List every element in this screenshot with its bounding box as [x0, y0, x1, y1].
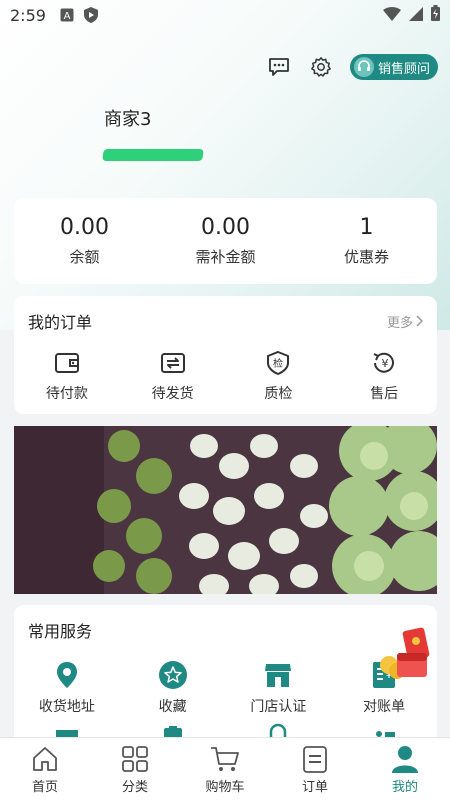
battery-icon — [431, 5, 440, 25]
inspection-shield-icon: 检 — [267, 350, 290, 376]
order-pending-payment[interactable]: 待付款 — [14, 349, 120, 403]
order-inspection[interactable]: 检 质检 — [226, 349, 332, 403]
svg-text:检: 检 — [273, 357, 283, 370]
red-envelope-promo-icon[interactable] — [375, 625, 431, 685]
service-favorites[interactable]: 收藏 — [120, 660, 226, 716]
status-time: 2:59 — [10, 5, 46, 25]
order-list-icon — [303, 745, 327, 773]
keyboard-a-icon: A — [60, 8, 74, 22]
home-icon — [33, 746, 57, 771]
service-partial-4[interactable] — [331, 722, 437, 738]
order-pending-payment-label: 待付款 — [45, 386, 88, 402]
order-pending-shipment-label: 待发货 — [151, 386, 194, 402]
coupon-label: 优惠券 — [343, 248, 389, 266]
message-icon[interactable] — [266, 54, 292, 80]
profile-icon — [392, 745, 418, 773]
services-title: 常用服务 — [28, 622, 93, 641]
service-partial-3[interactable] — [226, 722, 332, 738]
services-second-row-partial — [14, 722, 437, 738]
refund-yen-icon: ¥ — [373, 352, 395, 373]
balance-item-balance[interactable]: 0.00 余额 — [14, 198, 155, 284]
tab-profile[interactable]: 我的 — [360, 738, 450, 800]
tab-profile-label: 我的 — [391, 779, 418, 795]
balance-value: 0.00 — [60, 215, 109, 240]
tab-category-label: 分类 — [121, 779, 148, 795]
promo-banner-vegetables[interactable] — [14, 426, 437, 594]
svg-text:¥: ¥ — [382, 357, 389, 370]
headset-icon — [353, 57, 374, 77]
svg-text:A: A — [64, 11, 71, 22]
sales-advisor-button[interactable]: 销售顾问 — [349, 54, 438, 80]
tab-orders[interactable]: 订单 — [270, 738, 360, 800]
sales-advisor-label: 销售顾问 — [377, 61, 430, 77]
coupon-count: 1 — [359, 215, 374, 240]
tab-cart-label: 购物车 — [205, 779, 245, 795]
tab-orders-label: 订单 — [301, 779, 328, 795]
service-statement-label: 对账单 — [363, 699, 406, 715]
category-grid-icon — [122, 745, 148, 772]
balance-item-coupons[interactable]: 1 优惠券 — [296, 198, 437, 284]
common-services-card: 常用服务 收货地址 收藏 门店认证 ¥ 对账单 — [14, 605, 437, 745]
chevron-right-icon — [416, 315, 423, 327]
tab-category[interactable]: 分类 — [90, 738, 180, 800]
service-store-certification-label: 门店认证 — [250, 699, 307, 715]
service-favorites-label: 收藏 — [158, 699, 187, 715]
star-icon — [158, 661, 187, 689]
service-partial-2[interactable] — [120, 722, 226, 738]
shield-play-icon — [83, 7, 98, 23]
bottom-tab-bar: 首页 分类 购物车 订单 我的 — [0, 737, 450, 800]
orders-title: 我的订单 — [28, 313, 93, 332]
cart-icon — [211, 746, 239, 771]
wallet-icon — [54, 353, 79, 373]
orders-more-link[interactable]: 更多 — [387, 312, 423, 331]
balance-label: 余额 — [69, 248, 100, 266]
signal-icon — [409, 6, 423, 25]
shipment-icon — [160, 353, 185, 373]
topup-value: 0.00 — [201, 215, 250, 240]
order-after-sales[interactable]: ¥ 售后 — [331, 349, 437, 403]
service-shipping-address[interactable]: 收货地址 — [14, 660, 120, 716]
service-store-certification[interactable]: 门店认证 — [226, 660, 332, 716]
balance-card: 0.00 余额 0.00 需补金额 1 优惠券 — [14, 198, 437, 284]
merchant-phone-redacted — [102, 149, 204, 161]
tab-cart[interactable]: 购物车 — [180, 738, 270, 800]
location-pin-icon — [56, 662, 77, 688]
service-partial-1[interactable] — [14, 722, 120, 738]
tab-home[interactable]: 首页 — [0, 738, 90, 800]
orders-more-label: 更多 — [386, 315, 413, 331]
my-orders-card: 我的订单 更多 待付款 待发货 检 质检 ¥ 售后 — [14, 296, 437, 414]
status-bar: 2:59 A — [0, 0, 450, 30]
settings-gear-icon[interactable] — [308, 54, 334, 80]
tab-home-label: 首页 — [31, 779, 58, 795]
store-icon — [265, 664, 292, 687]
merchant-name: 商家3 — [104, 109, 152, 130]
topup-label: 需补金额 — [195, 248, 256, 266]
order-inspection-label: 质检 — [264, 386, 293, 402]
wifi-icon — [383, 6, 401, 25]
header-actions: 销售顾问 — [266, 54, 438, 80]
service-shipping-address-label: 收货地址 — [38, 699, 95, 715]
balance-item-topup[interactable]: 0.00 需补金额 — [155, 198, 296, 284]
order-pending-shipment[interactable]: 待发货 — [120, 349, 226, 403]
order-after-sales-label: 售后 — [370, 386, 399, 402]
